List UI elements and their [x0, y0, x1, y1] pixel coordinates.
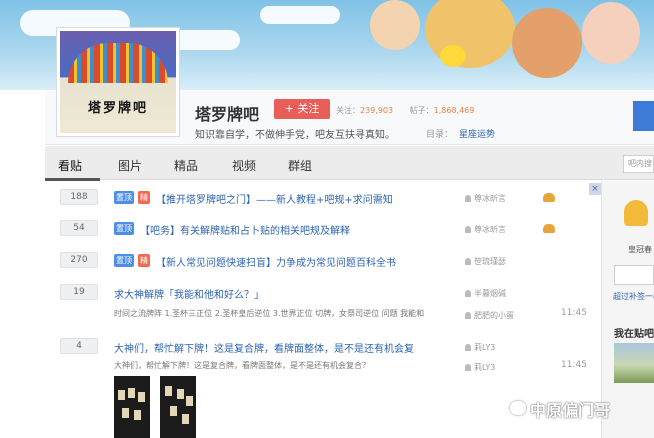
medal-icon — [543, 193, 555, 202]
cartoon-character — [425, 0, 515, 68]
followers-count: 239,903 — [360, 106, 394, 115]
pinned-tag: 置顶 — [114, 222, 134, 235]
thread-author[interactable]: 笹琉瑾瑟 — [465, 256, 506, 267]
posts-count: 1,868,469 — [433, 106, 475, 115]
avatar-text: 塔罗牌吧 — [87, 101, 148, 116]
selected-tag: 精 — [138, 254, 150, 267]
pinned-tag: 置顶 — [114, 254, 134, 267]
forum-directory: 目录： 星座运势 — [426, 127, 495, 140]
thread-author[interactable]: 莉LY3 — [465, 342, 495, 353]
cartoon-character — [370, 0, 420, 50]
user-icon — [465, 312, 471, 319]
user-icon — [465, 344, 471, 351]
tarot-fan-image — [68, 43, 168, 83]
close-icon[interactable]: × — [589, 183, 601, 195]
directory-label: 目录： — [426, 130, 454, 140]
user-icon — [465, 290, 471, 297]
last-replier[interactable]: 肥肥的小蛋 — [465, 310, 514, 321]
forum-search-input[interactable]: 吧内搜 — [623, 155, 654, 173]
user-icon — [465, 226, 471, 233]
reply-count: 19 — [60, 284, 98, 300]
watermark-text: 中原偏门哥 — [530, 401, 611, 420]
forum-stats: 关注：239,903 帖子：1,868,469 — [336, 105, 488, 116]
tab-images[interactable]: 图片 — [118, 157, 142, 174]
thread-thumbnail[interactable] — [160, 376, 196, 438]
thread-author[interactable]: 尊冰昕言 — [465, 224, 506, 235]
thread-summary: 大神们，帮忙解下牌！这是复合牌，看牌面整体，是不是还有机会复合？ — [114, 361, 370, 370]
pinned-tag: 置顶 — [114, 191, 134, 204]
sidebar-input[interactable] — [614, 265, 654, 285]
thread-author[interactable]: 半暮烟碱 — [465, 288, 506, 299]
reply-count: 4 — [60, 338, 98, 354]
sidebar-link[interactable]: 超过补签一楼 — [613, 291, 654, 302]
thread-title[interactable]: 【吧务】有关解牌贴和占卜贴的相关吧规及解释 — [140, 222, 350, 237]
sidebar-photo[interactable] — [614, 343, 654, 383]
crown-label: 皇冠春 — [628, 245, 652, 254]
followers-label: 关注： — [336, 106, 360, 115]
reply-count: 188 — [60, 189, 98, 205]
tab-threads[interactable]: 看贴 — [58, 157, 82, 174]
forum-slogan: 知识靠自学，不做伸手党，吧友互扶寻真知。 — [195, 130, 395, 141]
wechat-logo-icon — [510, 401, 526, 415]
sign-in-button[interactable] — [633, 101, 654, 131]
cartoon-character — [582, 2, 640, 64]
thread-title[interactable]: 大神们，帮忙解下牌！这是复合牌，看牌面整体，是不是还有机会复 — [114, 340, 414, 355]
directory-link[interactable]: 星座运势 — [459, 130, 495, 140]
last-replier[interactable]: 莉LY3 — [465, 362, 495, 373]
user-icon — [465, 258, 471, 265]
follow-button[interactable]: + 关注 — [274, 99, 330, 119]
tab-videos[interactable]: 视频 — [232, 157, 256, 174]
medal-icon — [543, 224, 555, 233]
sidebar-heading: 我在贴吧 — [614, 329, 654, 340]
tab-featured[interactable]: 精品 — [174, 157, 198, 174]
selected-tag: 精 — [138, 191, 150, 204]
crown-icon — [624, 200, 648, 226]
posts-label: 帖子： — [409, 106, 434, 115]
thread-summary: 时间之流牌阵 1.圣杯三正位 2.圣杯皇后逆位 3.世界正位 切牌，女祭司逆位 … — [114, 309, 425, 318]
user-icon — [465, 195, 471, 202]
thread-title[interactable]: 【新人常见问题快速扫盲】力争成为常见问题百科全书 — [156, 254, 396, 269]
thread-author[interactable]: 尊冰昕言 — [465, 193, 506, 204]
tab-groups[interactable]: 群组 — [288, 157, 312, 174]
cartoon-character — [512, 8, 582, 78]
last-reply-time: 11:45 — [561, 360, 587, 370]
user-icon — [465, 364, 471, 371]
last-reply-time: 11:45 — [561, 308, 587, 318]
forum-title[interactable]: 塔罗牌吧 — [195, 101, 259, 125]
thread-title[interactable]: 【推开塔罗牌吧之门】——新人教程+吧规+求问需知 — [156, 191, 393, 206]
reply-count: 270 — [60, 252, 98, 268]
duck-icon — [440, 45, 466, 67]
thread-thumbnail[interactable] — [114, 376, 150, 438]
thread-title[interactable]: 求大神解牌「我能和他和好么？」 — [114, 286, 264, 301]
forum-avatar[interactable]: 塔罗牌吧 — [56, 27, 180, 137]
reply-count: 54 — [60, 220, 98, 236]
